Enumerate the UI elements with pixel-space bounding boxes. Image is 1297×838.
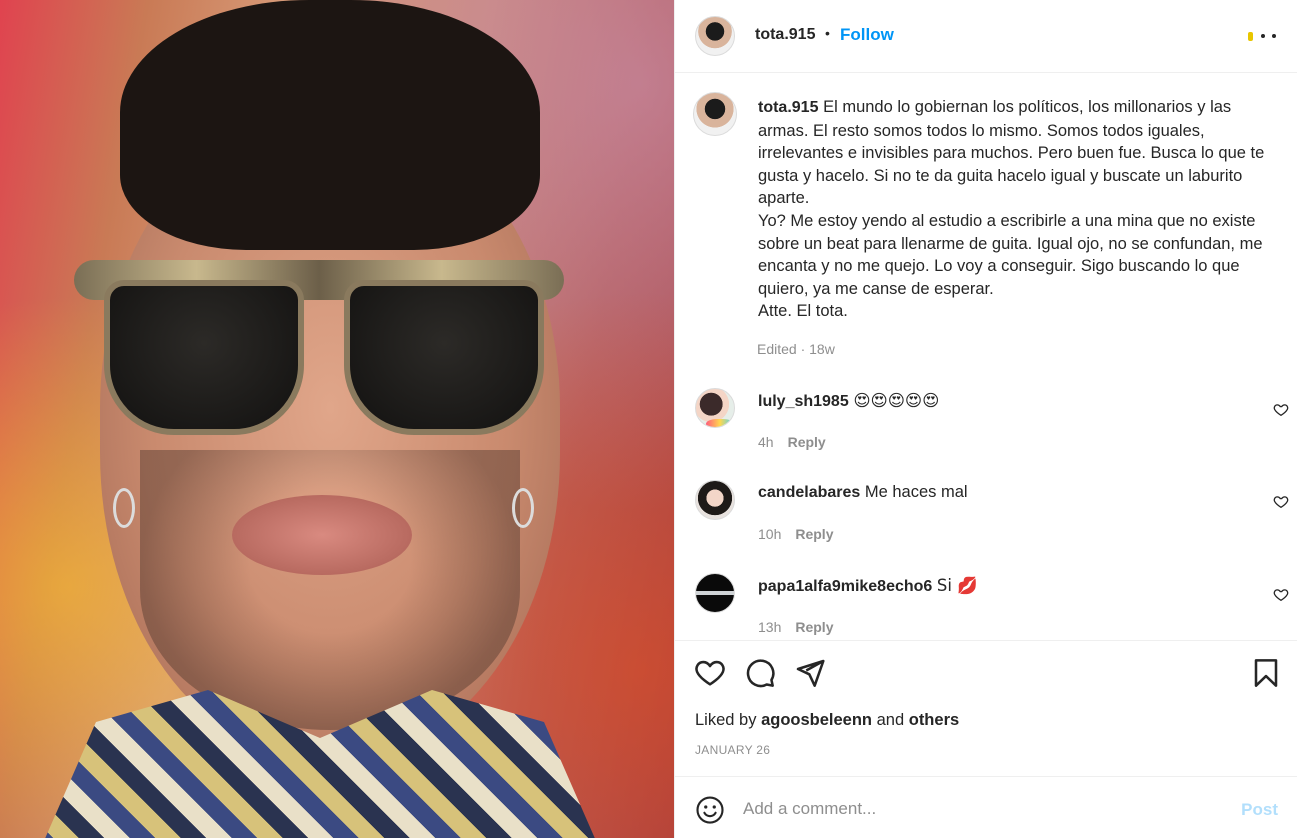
photo-lips bbox=[232, 495, 412, 575]
photo-beard bbox=[140, 450, 520, 730]
liked-by-connector: and bbox=[876, 711, 905, 729]
comment-item: papa1alfa9mike8echo6 Si 💋 13h Reply bbox=[693, 573, 1289, 643]
photo-hair bbox=[120, 0, 540, 250]
add-comment-bar: Post bbox=[675, 776, 1297, 838]
comment-item: candelabares Me haces mal 10h Reply bbox=[693, 480, 1289, 550]
comment-text: Si 💋 bbox=[936, 576, 978, 595]
post-header: tota.915 • Follow bbox=[675, 0, 1297, 73]
post-actions: Liked by agoosbeleenn and others JANUARY… bbox=[675, 640, 1297, 776]
caption-avatar[interactable] bbox=[693, 92, 737, 136]
comment-like-heart-icon[interactable] bbox=[1273, 402, 1289, 418]
liked-by-others[interactable]: others bbox=[909, 711, 959, 729]
liked-by-user[interactable]: agoosbeleenn bbox=[761, 711, 872, 729]
sunglasses-lens-left bbox=[104, 280, 304, 435]
photo-sunglasses bbox=[74, 250, 564, 435]
liked-by-summary: Liked by agoosbeleenn and others bbox=[695, 711, 959, 730]
caption-username[interactable]: tota.915 bbox=[758, 99, 818, 116]
comment-item: luly_sh1985 😍😍😍😍😍 4h Reply bbox=[693, 388, 1289, 458]
comment-text: Me haces mal bbox=[864, 483, 968, 501]
reply-button[interactable]: Reply bbox=[795, 619, 833, 635]
caption-meta: Edited · 18w bbox=[757, 341, 835, 357]
post-comment-button[interactable]: Post bbox=[1241, 800, 1278, 820]
owner-username[interactable]: tota.915 bbox=[755, 26, 815, 44]
comment-like-heart-icon[interactable] bbox=[1273, 587, 1289, 603]
commenter-username[interactable]: candelabares bbox=[758, 484, 860, 501]
post-date[interactable]: JANUARY 26 bbox=[695, 743, 770, 757]
commenter-username[interactable]: luly_sh1985 bbox=[758, 393, 849, 410]
more-dot bbox=[1260, 34, 1265, 38]
comment-meta: 10h Reply bbox=[758, 526, 833, 542]
comment-time: 4h bbox=[758, 434, 774, 450]
comment-meta: 4h Reply bbox=[758, 434, 826, 450]
sunglasses-lens-right bbox=[344, 280, 544, 435]
header-separator: • bbox=[825, 25, 830, 41]
comment-body: luly_sh1985 😍😍😍😍😍 bbox=[758, 391, 939, 411]
reply-button[interactable]: Reply bbox=[795, 526, 833, 542]
comment-body: candelabares Me haces mal bbox=[758, 483, 968, 502]
commenter-avatar[interactable] bbox=[695, 480, 735, 520]
comment-text: 😍😍😍😍😍 bbox=[853, 391, 940, 410]
commenter-username[interactable]: papa1alfa9mike8echo6 bbox=[758, 578, 932, 595]
comment-body: papa1alfa9mike8echo6 Si 💋 bbox=[758, 576, 978, 596]
smiley-icon[interactable] bbox=[695, 795, 725, 825]
heart-icon[interactable] bbox=[694, 657, 726, 689]
earring-right bbox=[512, 488, 534, 528]
commenter-avatar[interactable] bbox=[695, 388, 735, 428]
owner-avatar[interactable] bbox=[695, 16, 735, 56]
comment-time: 13h bbox=[758, 619, 782, 635]
more-dot bbox=[1272, 34, 1276, 38]
earring-left bbox=[113, 488, 135, 528]
reply-button[interactable]: Reply bbox=[788, 434, 826, 450]
comment-bubble-icon[interactable] bbox=[744, 657, 776, 689]
commenter-avatar[interactable] bbox=[695, 573, 735, 613]
comment-input[interactable] bbox=[743, 791, 1223, 827]
caption-body: El mundo lo gobiernan los políticos, los… bbox=[758, 98, 1265, 321]
liked-by-prefix: Liked by bbox=[695, 711, 757, 729]
paper-plane-icon[interactable] bbox=[794, 657, 826, 689]
post-details-panel: tota.915 • Follow tota.915 El mundo lo g… bbox=[674, 0, 1297, 838]
bookmark-icon[interactable] bbox=[1250, 657, 1282, 689]
comment-meta: 13h Reply bbox=[758, 619, 833, 635]
caption-text: tota.915 El mundo lo gobiernan los polít… bbox=[758, 96, 1283, 323]
more-dot bbox=[1248, 31, 1253, 41]
follow-button[interactable]: Follow bbox=[840, 25, 894, 45]
comment-time: 10h bbox=[758, 526, 782, 542]
comment-like-heart-icon[interactable] bbox=[1273, 494, 1289, 510]
more-options-icon[interactable] bbox=[1248, 24, 1276, 48]
post-photo[interactable] bbox=[0, 0, 674, 838]
